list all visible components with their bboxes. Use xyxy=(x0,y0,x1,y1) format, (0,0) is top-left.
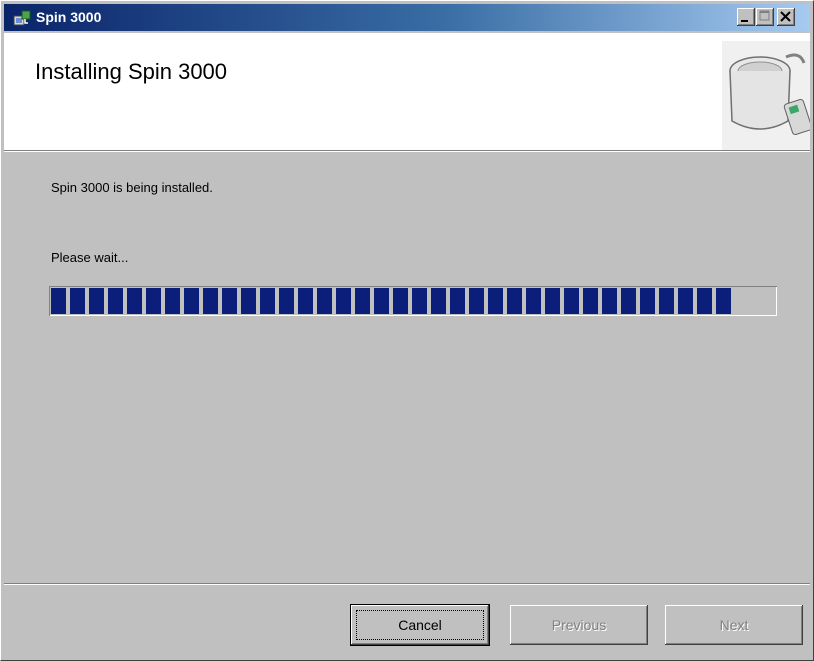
minimize-icon xyxy=(741,20,748,22)
maximize-button[interactable] xyxy=(756,8,774,26)
footer-divider xyxy=(4,583,810,585)
header-divider xyxy=(4,150,810,152)
cancel-button[interactable]: Cancel xyxy=(351,605,489,645)
installer-window: Spin 3000 Installing Spin 3000 Spin 3000… xyxy=(0,0,814,661)
window-title: Spin 3000 xyxy=(36,9,102,25)
previous-button-label: Previous xyxy=(551,617,607,633)
previous-button[interactable]: Previous xyxy=(510,605,648,645)
installer-app-icon xyxy=(13,9,31,27)
header-banner: Installing Spin 3000 xyxy=(4,33,810,151)
maximize-icon xyxy=(759,10,770,21)
please-wait-label: Please wait... xyxy=(51,250,129,265)
page-title: Installing Spin 3000 xyxy=(35,59,228,84)
title-bar[interactable]: Spin 3000 xyxy=(4,4,810,31)
next-button[interactable]: Next xyxy=(665,605,803,645)
spin-3000-product-image xyxy=(722,41,810,151)
cancel-button-label: Cancel xyxy=(398,617,442,633)
progress-fill xyxy=(51,288,731,314)
close-button[interactable] xyxy=(777,8,795,26)
close-icon xyxy=(780,11,791,22)
minimize-button[interactable] xyxy=(737,8,755,26)
install-status-text: Spin 3000 is being installed. xyxy=(51,180,213,195)
next-button-label: Next xyxy=(719,617,749,633)
install-progress-bar xyxy=(49,286,777,316)
